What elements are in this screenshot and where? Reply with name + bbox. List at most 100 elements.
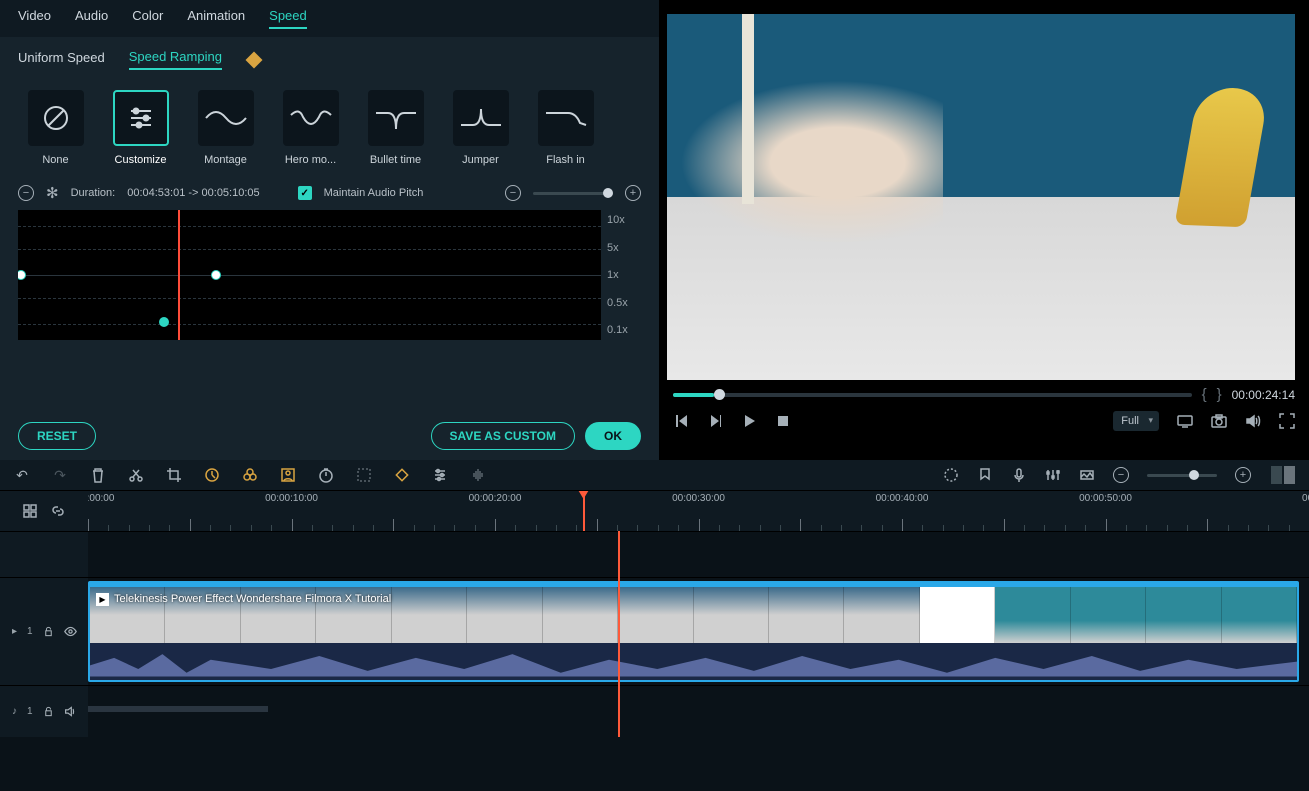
curve-zoom-slider[interactable] <box>533 192 613 195</box>
adjust-button[interactable] <box>432 467 448 483</box>
redo-button[interactable]: ↷ <box>52 467 68 483</box>
mark-in-icon[interactable]: { <box>1202 386 1207 403</box>
audio-mixer-button[interactable] <box>1045 467 1061 483</box>
tracks-playhead[interactable] <box>618 531 620 737</box>
curve-handle-3[interactable] <box>211 270 221 280</box>
mute-icon[interactable] <box>64 705 77 718</box>
lock-audio-icon[interactable] <box>43 706 54 717</box>
playback-slider[interactable] <box>673 393 1192 397</box>
zoom-in-curve-button[interactable]: + <box>625 185 641 201</box>
clip-play-icon <box>96 593 109 606</box>
speed-timeline-button[interactable] <box>204 467 220 483</box>
mark-out-icon[interactable]: } <box>1217 386 1222 403</box>
curve-handle-2[interactable] <box>159 317 169 327</box>
preset-flash-in[interactable]: Flash in <box>528 90 603 166</box>
y-label-05x: 0.5x <box>607 297 641 309</box>
record-vo-button[interactable] <box>1011 467 1027 483</box>
ruler-label: 00:00:30:00 <box>672 493 725 504</box>
ok-button[interactable]: OK <box>585 422 641 450</box>
split-button[interactable] <box>128 467 144 483</box>
zoom-out-timeline-button[interactable]: − <box>1113 467 1129 483</box>
preset-customize[interactable]: Customize <box>103 90 178 166</box>
green-screen-button[interactable] <box>280 467 296 483</box>
marker-button[interactable] <box>977 467 993 483</box>
video-track-label: 1 <box>27 626 33 637</box>
display-button[interactable] <box>1177 413 1193 429</box>
speed-presets: None Customize Montage Hero mo... Bullet… <box>0 80 659 176</box>
timeline-zoom-slider[interactable] <box>1147 474 1217 477</box>
audio-track-label: 1 <box>27 706 33 717</box>
visibility-icon[interactable] <box>64 625 77 638</box>
preset-flashin-label: Flash in <box>528 154 603 166</box>
preset-jumper[interactable]: Jumper <box>443 90 518 166</box>
timeline-playhead[interactable] <box>583 491 585 531</box>
maintain-pitch-checkbox[interactable]: ✓ <box>298 186 312 200</box>
preview-panel: { } 00:00:24:14 Full <box>659 0 1309 460</box>
audio-track-icon: ♪ <box>12 706 17 717</box>
view-toggle[interactable] <box>1269 466 1295 484</box>
crop-button[interactable] <box>166 467 182 483</box>
tab-speed-ramping[interactable]: Speed Ramping <box>129 49 222 70</box>
render-button[interactable] <box>943 467 959 483</box>
curve-y-axis: 10x 5x 1x 0.5x 0.1x <box>607 210 641 340</box>
speed-curve: 10x 5x 1x 0.5x 0.1x <box>0 210 659 350</box>
fullscreen-button[interactable] <box>1279 413 1295 429</box>
curve-playhead[interactable] <box>178 210 180 340</box>
premium-icon <box>245 51 262 68</box>
preview-video[interactable] <box>667 14 1295 380</box>
duration-label: Duration: <box>71 187 116 199</box>
video-clip[interactable]: Telekinesis Power Effect Wondershare Fil… <box>88 581 1299 682</box>
lock-track-icon[interactable] <box>43 626 54 637</box>
color-button[interactable] <box>242 467 258 483</box>
play-button[interactable] <box>741 413 757 429</box>
delete-button[interactable] <box>90 467 106 483</box>
remove-keyframe-button[interactable]: − <box>18 185 34 201</box>
undo-button[interactable]: ↶ <box>14 467 30 483</box>
zoom-in-timeline-button[interactable]: + <box>1235 467 1251 483</box>
save-as-custom-button[interactable]: SAVE AS CUSTOM <box>431 422 575 450</box>
preview-controls: { } 00:00:24:14 Full <box>659 380 1309 460</box>
freeze-frame-icon[interactable]: ✻ <box>46 184 59 202</box>
ruler-label: 00: <box>1302 493 1309 504</box>
preset-customize-label: Customize <box>103 154 178 166</box>
preset-none-label: None <box>18 154 93 166</box>
tab-animation[interactable]: Animation <box>187 8 245 29</box>
tab-uniform-speed[interactable]: Uniform Speed <box>18 50 105 69</box>
volume-button[interactable] <box>1245 413 1261 429</box>
panel-buttons: RESET SAVE AS CUSTOM OK <box>0 412 659 460</box>
duration-button[interactable] <box>318 467 334 483</box>
thumbnail-button[interactable] <box>1079 467 1095 483</box>
preset-hero-moment[interactable]: Hero mo... <box>273 90 348 166</box>
tab-audio[interactable]: Audio <box>75 8 108 29</box>
preset-hero-label: Hero mo... <box>273 154 348 166</box>
step-back-button[interactable] <box>707 413 723 429</box>
track-manager-button[interactable] <box>22 503 38 519</box>
tab-color[interactable]: Color <box>132 8 163 29</box>
clip-title: Telekinesis Power Effect Wondershare Fil… <box>114 593 391 605</box>
timeline-toolbar: ↶ ↷ − + <box>0 460 1309 491</box>
duration-value: 00:04:53:01 -> 00:05:10:05 <box>127 187 259 199</box>
curve-controls: − ✻ Duration: 00:04:53:01 -> 00:05:10:05… <box>0 176 659 210</box>
keyframe-button[interactable] <box>394 467 410 483</box>
preset-montage[interactable]: Montage <box>188 90 263 166</box>
timeline-ruler[interactable]: 00:00:00:0000:00:10:0000:00:20:0000:00:3… <box>88 491 1309 531</box>
preset-none[interactable]: None <box>18 90 93 166</box>
ruler-label: 00:00:50:00 <box>1079 493 1132 504</box>
preset-jumper-label: Jumper <box>443 154 518 166</box>
tab-video[interactable]: Video <box>18 8 51 29</box>
speed-curve-graph[interactable] <box>18 210 601 340</box>
y-label-10x: 10x <box>607 214 641 226</box>
tab-speed[interactable]: Speed <box>269 8 307 29</box>
audio-wave-button[interactable] <box>470 467 486 483</box>
preview-quality-select[interactable]: Full <box>1113 411 1159 431</box>
stop-button[interactable] <box>775 413 791 429</box>
link-button[interactable] <box>50 503 66 519</box>
main-tabs: Video Audio Color Animation Speed <box>0 0 659 37</box>
fit-button[interactable] <box>356 467 372 483</box>
zoom-out-curve-button[interactable]: − <box>505 185 521 201</box>
prev-frame-button[interactable] <box>673 413 689 429</box>
reset-button[interactable]: RESET <box>18 422 96 450</box>
timeline-scrollbar[interactable] <box>88 706 268 712</box>
preset-bullet-time[interactable]: Bullet time <box>358 90 433 166</box>
snapshot-button[interactable] <box>1211 413 1227 429</box>
